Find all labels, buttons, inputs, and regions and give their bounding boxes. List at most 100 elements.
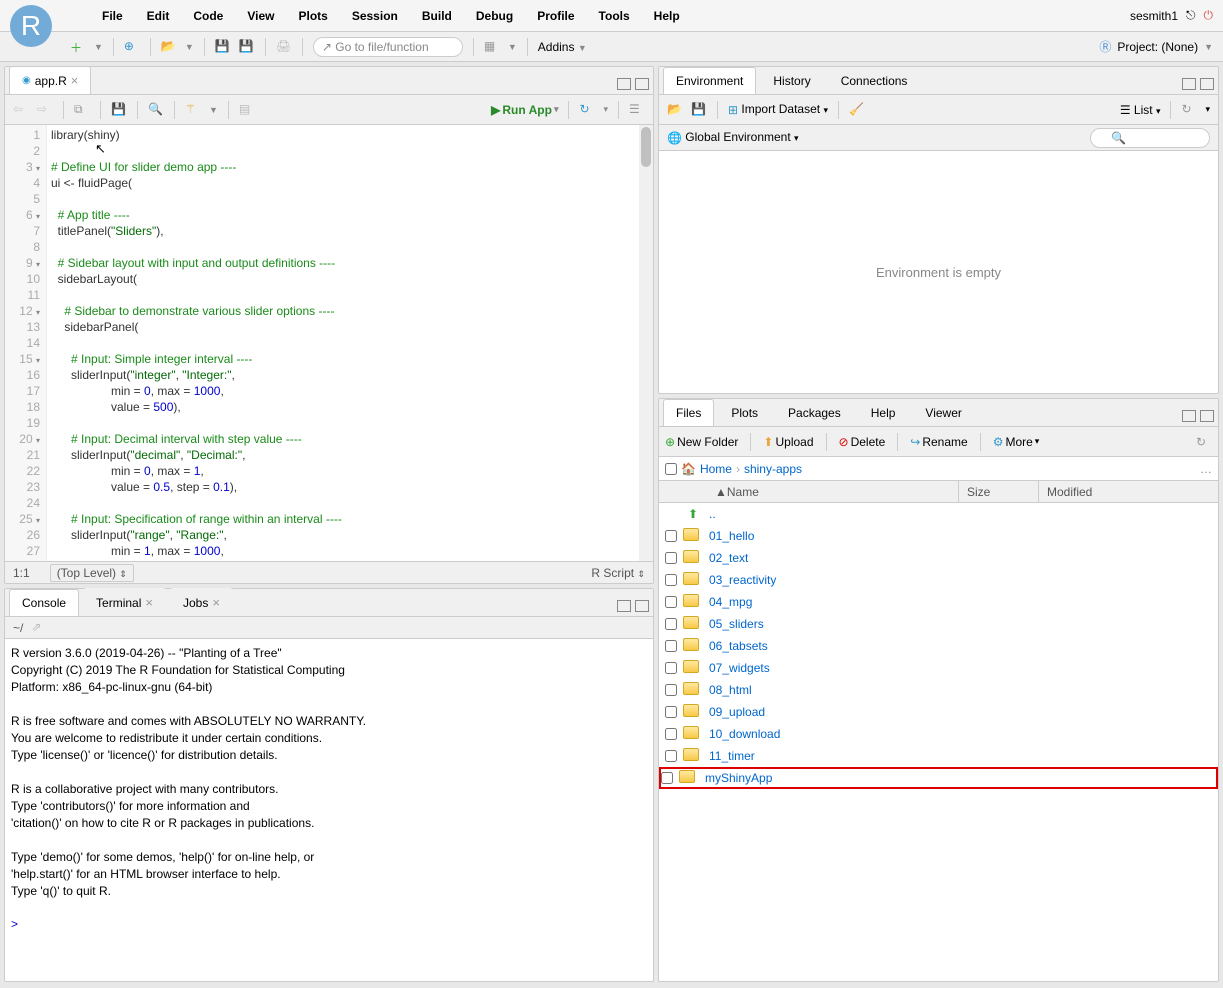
refresh-icon[interactable]: ↻: [1181, 102, 1197, 118]
file-link[interactable]: 01_hello: [709, 529, 754, 543]
minimize-icon[interactable]: [1182, 410, 1196, 422]
forward-icon[interactable]: ⇨: [37, 102, 53, 118]
language-selector[interactable]: R Script ⇕: [591, 566, 645, 580]
upload-button[interactable]: ⬆ Upload: [763, 435, 813, 449]
file-link[interactable]: 05_sliders: [709, 617, 764, 631]
delete-button[interactable]: ⊘ Delete: [839, 435, 886, 449]
menu-session[interactable]: Session: [352, 9, 398, 23]
menu-view[interactable]: View: [247, 9, 274, 23]
tab-connections[interactable]: Connections: [828, 67, 921, 94]
close-icon[interactable]: ×: [212, 595, 220, 610]
menu-code[interactable]: Code: [193, 9, 223, 23]
save-ws-icon[interactable]: 💾: [691, 102, 707, 118]
save-all-icon[interactable]: 💾: [239, 39, 255, 55]
home-icon[interactable]: 🏠: [681, 462, 696, 476]
file-up-row[interactable]: ⬆ ..: [659, 503, 1218, 525]
console-output[interactable]: R version 3.6.0 (2019-04-26) -- "Plantin…: [5, 639, 653, 981]
file-link[interactable]: 02_text: [709, 551, 748, 565]
tab-jobs[interactable]: Jobs ×: [170, 588, 233, 616]
file-link[interactable]: 10_download: [709, 727, 780, 741]
rename-button[interactable]: ↪ Rename: [910, 435, 967, 449]
file-checkbox[interactable]: [665, 618, 677, 630]
maximize-icon[interactable]: [635, 600, 649, 612]
open-file-icon[interactable]: 📂: [161, 39, 177, 55]
menu-file[interactable]: File: [102, 9, 123, 23]
file-link[interactable]: 11_timer: [709, 749, 755, 763]
crumb-folder[interactable]: shiny-apps: [744, 462, 802, 476]
tab-packages[interactable]: Packages: [775, 399, 854, 426]
file-row[interactable]: 02_text: [659, 547, 1218, 569]
file-row[interactable]: myShinyApp: [659, 767, 1218, 789]
file-row[interactable]: 11_timer: [659, 745, 1218, 767]
tab-terminal[interactable]: Terminal ×: [83, 588, 166, 616]
run-app-button[interactable]: ▶ Run App ▾: [491, 103, 558, 117]
select-all-checkbox[interactable]: [665, 463, 677, 475]
file-row[interactable]: 09_upload: [659, 701, 1218, 723]
file-link[interactable]: 06_tabsets: [709, 639, 768, 653]
maximize-icon[interactable]: [635, 78, 649, 90]
maximize-icon[interactable]: [1200, 410, 1214, 422]
file-checkbox[interactable]: [665, 662, 677, 674]
file-link[interactable]: 04_mpg: [709, 595, 752, 609]
code-editor[interactable]: 123 ▾456 ▾789 ▾101112 ▾131415 ▾161718192…: [5, 125, 653, 561]
minimize-icon[interactable]: [617, 600, 631, 612]
file-link[interactable]: 09_upload: [709, 705, 765, 719]
file-row[interactable]: 07_widgets: [659, 657, 1218, 679]
outline-icon[interactable]: ☰: [629, 102, 645, 118]
file-checkbox[interactable]: [665, 640, 677, 652]
file-checkbox[interactable]: [665, 596, 677, 608]
env-scope-button[interactable]: 🌐 Global Environment ▾: [667, 130, 799, 145]
file-checkbox[interactable]: [665, 684, 677, 696]
file-row[interactable]: 04_mpg: [659, 591, 1218, 613]
scope-selector[interactable]: (Top Level) ⇕: [50, 564, 134, 582]
close-icon[interactable]: ×: [145, 595, 153, 610]
report-icon[interactable]: ▤: [239, 102, 255, 118]
print-icon[interactable]: 🖨: [276, 39, 292, 55]
reload-icon[interactable]: ↻: [579, 102, 595, 118]
file-link[interactable]: myShinyApp: [705, 771, 772, 785]
refresh-files-icon[interactable]: ↻: [1196, 434, 1212, 450]
tab-viewer[interactable]: Viewer: [912, 399, 974, 426]
tab-environment[interactable]: Environment: [663, 67, 756, 94]
tab-console[interactable]: Console: [9, 589, 79, 616]
wand-icon[interactable]: ⚚: [185, 102, 201, 118]
minimize-icon[interactable]: [1182, 78, 1196, 90]
file-row[interactable]: 10_download: [659, 723, 1218, 745]
file-row[interactable]: 06_tabsets: [659, 635, 1218, 657]
menu-help[interactable]: Help: [654, 9, 680, 23]
menu-plots[interactable]: Plots: [298, 9, 327, 23]
project-label[interactable]: Project: (None): [1117, 40, 1198, 54]
more-crumb-icon[interactable]: …: [1200, 462, 1212, 476]
env-search-input[interactable]: [1090, 128, 1210, 148]
file-row[interactable]: 03_reactivity: [659, 569, 1218, 591]
file-checkbox[interactable]: [665, 706, 677, 718]
source-tab-app[interactable]: ◉ app.R ×: [9, 66, 91, 94]
grid-icon[interactable]: ▦: [484, 39, 500, 55]
scrollbar[interactable]: [639, 125, 653, 561]
minimize-icon[interactable]: [617, 78, 631, 90]
save-source-icon[interactable]: 💾: [111, 102, 127, 118]
load-icon[interactable]: 📂: [667, 102, 683, 118]
file-checkbox[interactable]: [661, 772, 673, 784]
file-checkbox[interactable]: [665, 530, 677, 542]
signout-icon[interactable]: ⎋: [1186, 8, 1196, 23]
file-row[interactable]: 05_sliders: [659, 613, 1218, 635]
file-row[interactable]: 01_hello: [659, 525, 1218, 547]
file-checkbox[interactable]: [665, 728, 677, 740]
file-row[interactable]: 08_html: [659, 679, 1218, 701]
menu-profile[interactable]: Profile: [537, 9, 574, 23]
tab-history[interactable]: History: [760, 67, 823, 94]
file-checkbox[interactable]: [665, 552, 677, 564]
goto-input[interactable]: ↗ Go to file/function: [313, 37, 463, 57]
menu-edit[interactable]: Edit: [147, 9, 170, 23]
file-link[interactable]: 08_html: [709, 683, 752, 697]
menu-build[interactable]: Build: [422, 9, 452, 23]
crumb-home[interactable]: Home: [700, 462, 732, 476]
maximize-icon[interactable]: [1200, 78, 1214, 90]
file-link[interactable]: 03_reactivity: [709, 573, 776, 587]
menu-debug[interactable]: Debug: [476, 9, 513, 23]
menu-tools[interactable]: Tools: [599, 9, 630, 23]
back-icon[interactable]: ⇦: [13, 102, 29, 118]
addins-menu[interactable]: Addins ▼: [538, 40, 587, 54]
close-icon[interactable]: ×: [71, 73, 79, 88]
